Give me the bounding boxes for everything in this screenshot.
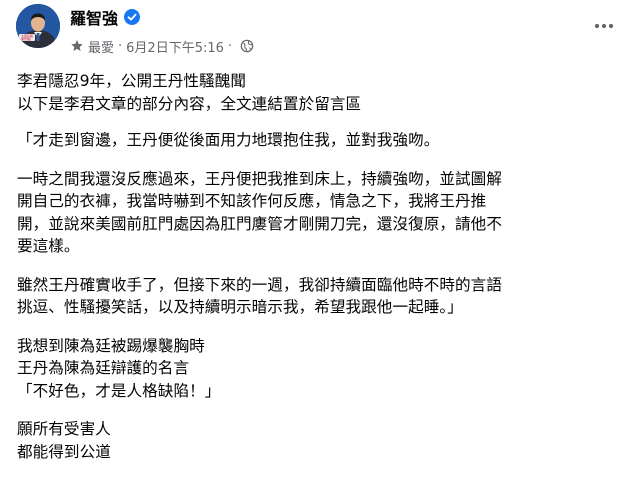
more-horizontal-icon xyxy=(594,23,614,29)
meta-separator: · xyxy=(118,38,123,54)
post-paragraph: 雖然王丹確實收手了，但接下來的一週，我卻持續面臨他時不時的言語 挑逗、性騷擾笑話… xyxy=(17,275,502,317)
verified-badge-icon xyxy=(124,9,141,25)
favorite-label[interactable]: 最愛 xyxy=(88,37,114,56)
post-body: 李君隱忍9年，公開王丹性騷醜聞 以下是李君文章的部分內容，全文連結置於留言區 「… xyxy=(0,70,638,479)
more-options-button[interactable] xyxy=(588,10,620,42)
avatar-caption-2: 羅智強！ xyxy=(21,36,33,41)
post-paragraph: 願所有受害人 都能得到公道 xyxy=(17,420,111,461)
post-meta: 最愛 · 6月2日下午5:16 · xyxy=(70,36,254,56)
post-paragraph: 「才走到窗邊，王丹便從後面用力地環抱住我，並對我強吻。 xyxy=(17,131,440,149)
author-name[interactable]: 羅智強 xyxy=(70,5,118,29)
post-paragraph: 李君隱忍9年，公開王丹性騷醜聞 以下是李君文章的部分內容，全文連結置於留言區 xyxy=(17,72,362,113)
avatar[interactable]: 大家好我 羅智強！ xyxy=(16,4,60,48)
meta-separator-2: · xyxy=(227,38,233,54)
post-timestamp[interactable]: 6月2日下午5:16 xyxy=(126,37,224,56)
author-row: 羅智強 xyxy=(70,5,141,29)
post-paragraph: 一時之間我還沒反應過來，王丹便把我推到床上，持續強吻，並試圖解 開自己的衣褲，我… xyxy=(17,169,502,256)
post-paragraph: 我想到陳為廷被踢爆襲胸時 王丹為陳為廷辯護的名言 「不好色，才是人格缺陷！」 xyxy=(17,336,221,400)
avatar-image: 大家好我 羅智強！ xyxy=(16,4,60,48)
star-icon xyxy=(71,40,83,51)
post-header: 大家好我 羅智強！ 羅智強 最愛 · 6月2日下午5:16 · xyxy=(0,0,638,66)
globe-icon[interactable] xyxy=(240,39,254,53)
